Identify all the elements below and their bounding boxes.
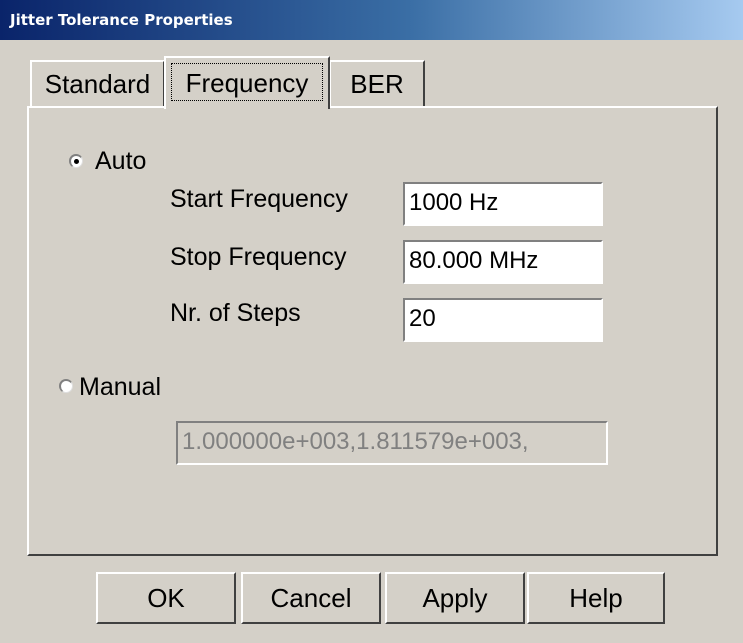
auto-radio[interactable] <box>69 154 83 168</box>
start-frequency-label: Start Frequency <box>170 185 348 213</box>
stop-frequency-label: Stop Frequency <box>170 243 347 271</box>
tab-frequency-label: Frequency <box>185 68 309 98</box>
tab-ber[interactable]: BER <box>329 60 425 106</box>
apply-button[interactable]: Apply <box>385 572 525 624</box>
manual-radio-label[interactable]: Manual <box>79 372 161 402</box>
tab-standard-label: Standard <box>44 69 151 99</box>
radio-selected-dot <box>74 159 79 164</box>
tab-standard[interactable]: Standard <box>30 60 165 106</box>
auto-radio-label[interactable]: Auto <box>95 146 146 176</box>
manual-frequency-list-input[interactable]: 1.000000e+003,1.811579e+003, <box>176 421 608 465</box>
start-frequency-input[interactable]: 1000 Hz <box>403 182 603 226</box>
stop-frequency-input[interactable]: 80.000 MHz <box>403 240 603 284</box>
jitter-tolerance-properties-dialog: Jitter Tolerance Properties Standard Fre… <box>0 0 743 643</box>
frequency-tab-panel: Auto Start Frequency 1000 Hz Stop Freque… <box>27 106 718 556</box>
help-button[interactable]: Help <box>527 572 665 624</box>
nr-of-steps-input[interactable]: 20 <box>403 298 603 342</box>
tab-focus-outline: Frequency <box>171 63 323 101</box>
nr-of-steps-label: Nr. of Steps <box>170 299 301 327</box>
title-bar[interactable]: Jitter Tolerance Properties <box>0 0 743 40</box>
window-title: Jitter Tolerance Properties <box>10 11 233 29</box>
tab-ber-label: BER <box>350 69 404 99</box>
cancel-button[interactable]: Cancel <box>241 572 381 624</box>
manual-radio[interactable] <box>59 379 73 393</box>
ok-button[interactable]: OK <box>96 572 236 624</box>
tab-frequency[interactable]: Frequency <box>164 56 330 109</box>
